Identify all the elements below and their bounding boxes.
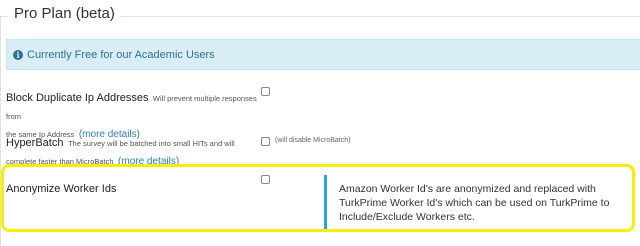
anonymize-callout: Amazon Worker Id's are anonymized and re…: [324, 175, 630, 229]
block-duplicate-ip-checkbox[interactable]: [261, 87, 270, 96]
hyperbatch-checkbox[interactable]: [261, 137, 270, 146]
section-legend: Pro Plan (beta): [8, 5, 121, 22]
info-circle-icon: i: [13, 49, 23, 60]
anonymize-worker-ids-checkbox[interactable]: [261, 175, 270, 184]
info-text: Currently Free for our Academic Users: [27, 48, 215, 61]
checkbox-note: (will disable MicroBatch): [275, 137, 351, 144]
option-title: Block Duplicate Ip Addresses: [6, 92, 149, 104]
option-title: Anonymize Worker Ids: [6, 183, 117, 195]
option-title: HyperBatch: [6, 137, 64, 149]
option-anonymize-worker-ids: Anonymize Worker Ids: [6, 179, 116, 197]
info-alert: i Currently Free for our Academic Users: [6, 39, 640, 70]
option-description: The survey will be batched into small HI…: [67, 139, 235, 148]
